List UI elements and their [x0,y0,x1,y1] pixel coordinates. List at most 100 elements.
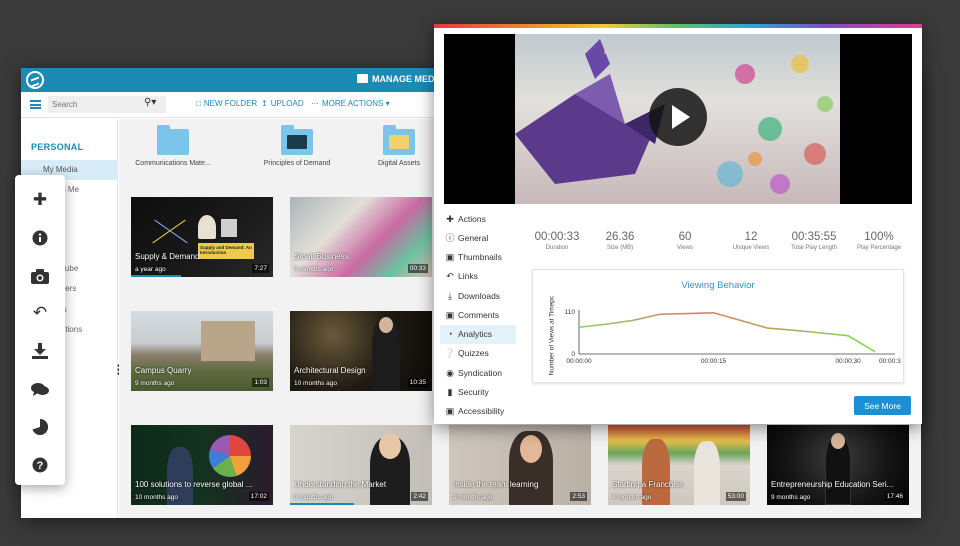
search-icon[interactable]: ⚲▾ [144,97,156,108]
video-card[interactable]: Starting a Franchise 4 months ago 53:00 [608,425,750,505]
media-icon [357,74,368,83]
panel-menu-general[interactable]: ⓘ General [440,229,516,248]
brand-stripe [434,24,922,28]
video-title: Starting a Franchise [612,480,684,489]
chevron-down-icon: ▾ [383,99,390,108]
panel-menu-syndication[interactable]: ◉ Syndication [440,364,516,383]
video-date: 10 months ago [135,494,179,501]
more-actions-button[interactable]: ⋯ MORE ACTIONS ▾ [311,99,390,108]
app-logo-icon[interactable] [26,71,44,89]
download-icon[interactable] [15,339,65,363]
video-title: Architectural Design [294,366,366,375]
thumbnail-caption: Supply and Demand: An Introduction [198,243,254,259]
video-card[interactable]: Architectural Design 10 months ago 10:35 [290,311,432,391]
y-tick-label: 110 [565,309,576,316]
video-date: 9 months ago [135,380,175,387]
camera-icon[interactable] [15,264,65,288]
panel-menu-security[interactable]: ▮ Security [440,383,516,402]
folder-item[interactable]: Communications Mate... [123,125,223,167]
folder-label: Principles of Demand [263,160,331,167]
video-date: 9 months ago [294,266,334,273]
see-more-button[interactable]: See More [854,396,911,415]
panel-menu-quizzes[interactable]: ❔ Quizzes [440,344,516,363]
video-title: Supply & Demand [135,252,200,261]
video-card[interactable]: 100 solutions to reverse global ... 10 m… [131,425,273,505]
thumbnail-art [520,435,542,463]
video-card[interactable]: Understanding the Market 9 months ago 2:… [290,425,432,505]
download-icon: ⤓ [448,291,452,301]
thumbnail-art [221,219,237,237]
upload-button[interactable]: ↥ UPLOAD [261,99,304,108]
x-tick-label: 00:00:3 [879,358,901,365]
x-tick-label: 00:00:30 [835,358,861,365]
video-player[interactable] [444,34,912,204]
stat-total-play-length: 00:35:55 Total Play Length [790,231,838,251]
video-card[interactable]: Entrepreneurship Education Seri... 9 mon… [767,425,909,505]
panel-menu-comments[interactable]: ▣ Comments [440,306,516,325]
y-tick-label: 0 [571,351,575,358]
viewing-behavior-line [578,311,876,353]
floating-tools-bar: ✚ ↶ ? [15,175,65,485]
thumbnail-art [831,433,845,449]
thumbnail-art [201,321,255,361]
video-duration: 53:00 [725,492,746,501]
video-duration: 2:42 [411,492,428,501]
viewing-behavior-chart: Viewing Behavior Number of Views at Time… [532,269,904,383]
video-card[interactable]: Supply and Demand: An Introduction Suppl… [131,197,273,277]
video-duration: 17:02 [248,492,269,501]
video-duration: 17:46 [884,492,905,501]
folder-icon [157,125,189,155]
panel-menu-actions[interactable]: ✚ Actions [440,210,516,229]
thumbnail-art [209,435,251,477]
reply-icon[interactable]: ↶ [15,301,65,325]
thumbnail-art [154,219,188,244]
panel-menu-links[interactable]: ↶ Links [440,267,516,286]
stat-views: 60 Views [677,231,693,251]
plus-icon[interactable]: ✚ [15,188,65,212]
video-duration: 7:27 [252,264,269,273]
stat-unique-views: 12 Unique Views [732,231,770,251]
video-title: Understanding the Market [294,480,387,489]
video-card[interactable]: Campus Quarry 9 months ago 1:03 [131,311,273,391]
thumbnail-art [379,433,401,459]
new-folder-button[interactable]: □ NEW FOLDER [196,99,257,108]
video-duration: 2:53 [570,492,587,501]
video-date: 9 months ago [294,494,334,501]
panel-menu-analytics[interactable]: ◔ Analytics [440,325,516,344]
svg-text:?: ? [37,460,44,472]
video-date: 10 months ago [294,380,338,387]
video-progress-bar [131,275,181,277]
sidebar-section-personal: PERSONAL [31,142,84,152]
thumbnail-art [379,317,393,333]
video-card[interactable]: Inside the team learning 9 months ago 2:… [449,425,591,505]
video-duration: 10:35 [407,378,428,387]
video-title: Inside the team learning [453,480,539,489]
reply-icon: ↶ [446,271,454,281]
folder-icon [281,125,313,155]
plus-icon: ✚ [446,214,454,224]
x-tick-label: 00:00:00 [566,358,592,365]
thumbnail-art [694,441,720,505]
video-title: Small Business [294,252,349,261]
help-icon[interactable]: ? [15,453,65,477]
video-card[interactable]: Small Business 9 months ago 00:33 [290,197,432,277]
thumbnail-art [198,215,216,239]
video-date: 9 months ago [771,494,811,501]
rss-icon: ◉ [446,368,454,378]
hamburger-menu-icon[interactable] [30,100,41,109]
x-tick-label: 00:00:15 [701,358,727,365]
folder-item[interactable]: Principles of Demand [247,125,347,167]
pie-chart-icon[interactable] [15,415,65,439]
video-date: 9 months ago [453,494,493,501]
folder-label: Communications Mate... [135,160,211,167]
panel-menu-thumbnails[interactable]: ▣ Thumbnails [440,248,516,267]
video-progress-bar [290,503,354,505]
lock-icon: ▮ [447,387,453,397]
panel-menu-downloads[interactable]: ⤓ Downloads [440,287,516,306]
folder-icon [383,125,415,155]
comments-icon[interactable] [15,377,65,401]
play-button[interactable] [649,88,707,146]
panel-menu-accessibility[interactable]: ▣ Accessibility [440,402,516,421]
video-title: Entrepreneurship Education Seri... [771,480,894,489]
info-icon[interactable] [15,226,65,250]
